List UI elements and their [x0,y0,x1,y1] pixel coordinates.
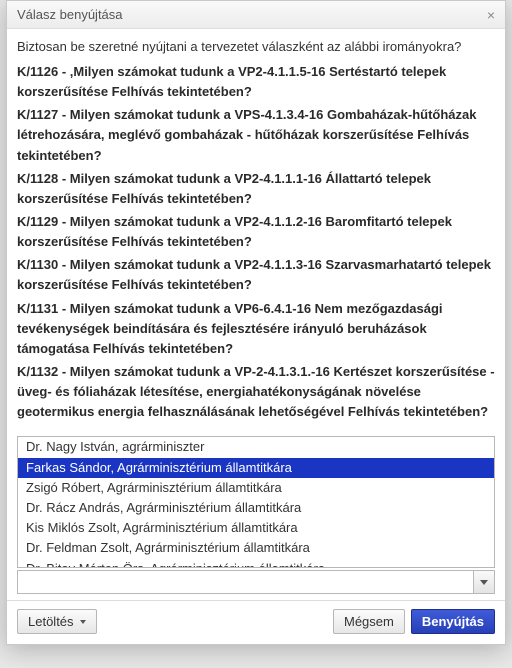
document-item: K/1128 - Milyen számokat tudunk a VP2-4.… [17,169,495,209]
modal-body: Biztosan be szeretné nyújtani a tervezet… [7,29,505,600]
list-item[interactable]: Zsigó Róbert, Agrárminisztérium államtit… [18,478,494,498]
document-item: K/1130 - Milyen számokat tudunk a VP2-4.… [17,255,495,295]
list-item[interactable]: Dr. Nagy István, agrárminiszter [18,437,494,457]
combo-toggle-button[interactable] [473,570,495,594]
chevron-down-icon [80,620,86,624]
cancel-button-label: Mégsem [344,614,394,629]
submit-button[interactable]: Benyújtás [411,609,495,634]
download-button-label: Letöltés [28,614,74,629]
download-button[interactable]: Letöltés [17,609,97,634]
document-item: K/1126 - ,Milyen számokat tudunk a VP2-4… [17,62,495,102]
recipient-input[interactable] [17,570,473,594]
list-item[interactable]: Dr. Feldman Zsolt, Agrárminisztérium áll… [18,538,494,558]
submit-button-label: Benyújtás [422,614,484,629]
document-item: K/1127 - Milyen számokat tudunk a VPS-4.… [17,105,495,165]
document-item: K/1132 - Milyen számokat tudunk a VP-2-4… [17,362,495,422]
modal-header: Válasz benyújtása × [7,1,505,29]
document-item: K/1129 - Milyen számokat tudunk a VP2-4.… [17,212,495,252]
list-item[interactable]: Dr. Rácz András, Agrárminisztérium állam… [18,498,494,518]
modal-title: Válasz benyújtása [17,7,123,22]
confirm-text: Biztosan be szeretné nyújtani a tervezet… [17,39,495,54]
close-icon[interactable]: × [487,8,495,22]
list-item[interactable]: Dr. Bitay Márton Örs, Agrárminisztérium … [18,559,494,569]
cancel-button[interactable]: Mégsem [333,609,405,634]
document-item: K/1131 - Milyen számokat tudunk a VP6-6.… [17,299,495,359]
recipient-listbox[interactable]: Dr. Nagy István, agrárminiszter Farkas S… [17,436,495,568]
list-item[interactable]: Kis Miklós Zsolt, Agrárminisztérium álla… [18,518,494,538]
list-item[interactable]: Farkas Sándor, Agrárminisztérium államti… [18,458,494,478]
recipient-combo [17,570,495,594]
submit-answer-modal: Válasz benyújtása × Biztosan be szeretné… [6,0,506,645]
modal-footer: Letöltés Mégsem Benyújtás [7,600,505,644]
chevron-down-icon [480,580,488,585]
